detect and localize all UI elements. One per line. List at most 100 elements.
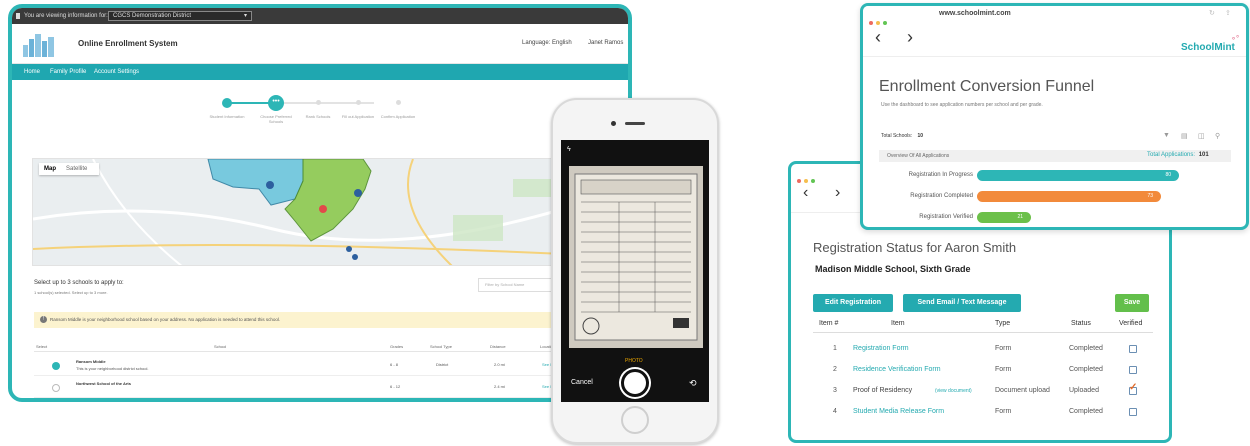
col-verified: Verified	[1119, 320, 1143, 327]
pin-icon[interactable]: ⚲	[1215, 132, 1220, 140]
step-4-dot	[356, 100, 361, 105]
step-1-label: Student Information	[209, 114, 245, 119]
forward-icon[interactable]: ›	[835, 184, 840, 202]
language-dropdown[interactable]: Language: English	[522, 40, 572, 46]
item-number: 4	[833, 408, 837, 415]
school-type: District	[436, 362, 449, 367]
table-row: 3 Proof of Residency (view document) Doc…	[813, 382, 1153, 402]
schoolmint-logo: SchoolMint	[1181, 42, 1235, 53]
table-row[interactable]: Ransom Middle This is your neighborhood …	[34, 356, 574, 376]
nav-home[interactable]: Home	[24, 64, 40, 80]
city-skyline-logo	[23, 34, 54, 57]
step-5-label: Confirm Application	[380, 114, 416, 119]
tab-map[interactable]: Map	[44, 163, 56, 175]
funnel-bar[interactable]: 21	[977, 212, 1031, 223]
select-schools-subtitle: 1 school(s) selected. Select up to 3 mor…	[34, 290, 108, 295]
edit-registration-button[interactable]: Edit Registration	[813, 294, 893, 312]
header-divider	[813, 332, 1153, 333]
phone-camera	[611, 121, 616, 126]
total-applications-value: 101	[1198, 152, 1209, 158]
send-message-button[interactable]: Send Email / Text Message	[903, 294, 1021, 312]
chart-icon[interactable]: ◫	[1198, 132, 1205, 140]
school-map[interactable]: Map Satellite	[32, 158, 562, 266]
neighborhood-school-alert: ! Ransom Middle is your neighborhood sch…	[34, 312, 574, 328]
col-school-type[interactable]: School Type	[430, 344, 452, 349]
col-distance[interactable]: Distance	[490, 344, 506, 349]
col-select[interactable]: Select	[36, 344, 47, 349]
item-type: Form	[995, 345, 1012, 352]
school-name: Northwest School of the Arts	[76, 381, 131, 386]
radio-selected[interactable]	[52, 362, 60, 370]
item-number: 1	[833, 345, 837, 352]
col-status: Status	[1071, 320, 1091, 327]
minimize-dot[interactable]	[804, 179, 808, 183]
address-bar[interactable]: www.schoolmint.com	[939, 10, 1011, 17]
phone-speaker	[625, 122, 645, 125]
radio-unselected[interactable]	[52, 384, 60, 392]
funnel-bars: Registration In Progress 80 Registration C…	[863, 170, 1246, 227]
filter-icon[interactable]: ▼	[1163, 132, 1170, 139]
back-icon[interactable]: ‹	[803, 184, 808, 202]
item-name: Proof of Residency	[853, 387, 913, 394]
funnel-bar[interactable]: 73	[977, 191, 1161, 202]
share-icon[interactable]: ⇪	[1225, 9, 1231, 17]
shutter-button[interactable]	[621, 369, 649, 397]
district-select-value: CGCS Demonstration District	[113, 13, 192, 19]
item-link[interactable]: Student Media Release Form	[853, 408, 944, 415]
school-grades: 6 - 8	[390, 362, 399, 367]
cancel-button[interactable]: Cancel	[571, 379, 593, 386]
funnel-bar-label: Registration Completed	[910, 193, 973, 199]
map-canvas	[33, 159, 561, 265]
main-nav: Home Family Profile Account Settings	[12, 64, 628, 80]
chevron-down-icon: ▾	[243, 13, 247, 19]
map-type-tabs: Map Satellite	[39, 163, 99, 175]
item-link[interactable]: Residence Verification Form	[853, 366, 941, 373]
tab-satellite[interactable]: Satellite	[66, 163, 87, 175]
document-image	[574, 173, 698, 341]
alert-text: Ransom Middle is your neighborhood schoo…	[50, 317, 281, 322]
table-row: 2 Residence Verification Form Form Compl…	[813, 361, 1153, 381]
maximize-dot[interactable]	[811, 179, 815, 183]
info-icon: !	[40, 316, 47, 323]
home-button[interactable]	[621, 406, 649, 434]
total-schools-value: 10	[917, 133, 924, 139]
progress-steps: ••• Student Information Choose Preferred…	[210, 94, 432, 144]
school-distance: 2.0 mi	[494, 362, 505, 367]
nav-family-profile[interactable]: Family Profile	[50, 64, 86, 80]
conversion-funnel-window: www.schoolmint.com ↻ ⇪ ‹ › SchoolMint ∘°…	[860, 3, 1249, 230]
forward-icon[interactable]: ›	[907, 27, 913, 48]
registration-subtitle: Madison Middle School, Sixth Grade	[815, 264, 971, 274]
item-status: Completed	[1069, 345, 1103, 352]
verified-checkbox[interactable]	[1129, 366, 1137, 374]
item-status: Completed	[1069, 408, 1103, 415]
item-link[interactable]: Registration Form	[853, 345, 909, 352]
close-dot[interactable]	[797, 179, 801, 183]
verified-checkbox[interactable]	[1129, 345, 1137, 353]
item-number: 3	[833, 387, 837, 394]
col-school[interactable]: School	[214, 344, 226, 349]
item-type: Form	[995, 408, 1012, 415]
funnel-bar[interactable]: 80	[977, 170, 1179, 181]
district-select[interactable]: CGCS Demonstration District ▾	[108, 11, 252, 21]
step-5-dot	[396, 100, 401, 105]
photo-mode-label[interactable]: PHOTO	[625, 358, 643, 364]
flash-icon[interactable]: ϟ	[567, 146, 571, 153]
table-row[interactable]: Northwest School of the Arts 6 - 12 2.4 …	[34, 378, 574, 398]
refresh-icon[interactable]: ↻	[1209, 9, 1215, 17]
view-document-link[interactable]: (view document)	[935, 388, 972, 394]
nav-account-settings[interactable]: Account Settings	[94, 64, 139, 80]
user-menu[interactable]: Janet Ramos	[588, 40, 623, 46]
step-3-dot	[316, 100, 321, 105]
verified-checkbox[interactable]	[1129, 408, 1137, 416]
step-3-label: Rank Schools	[305, 114, 331, 119]
back-icon[interactable]: ‹	[875, 27, 881, 48]
item-type: Form	[995, 366, 1012, 373]
registration-title: Registration Status for Aaron Smith	[813, 240, 1017, 255]
total-schools-label: Total Schools:	[881, 133, 913, 139]
switch-camera-icon[interactable]: ⟲	[689, 378, 697, 389]
table-icon[interactable]: ▤	[1181, 132, 1188, 140]
col-grades[interactable]: Grades	[390, 344, 403, 349]
item-status: Uploaded	[1069, 387, 1099, 394]
district-bar: You are viewing information for: CGCS De…	[12, 8, 628, 24]
save-button[interactable]: Save	[1115, 294, 1149, 312]
